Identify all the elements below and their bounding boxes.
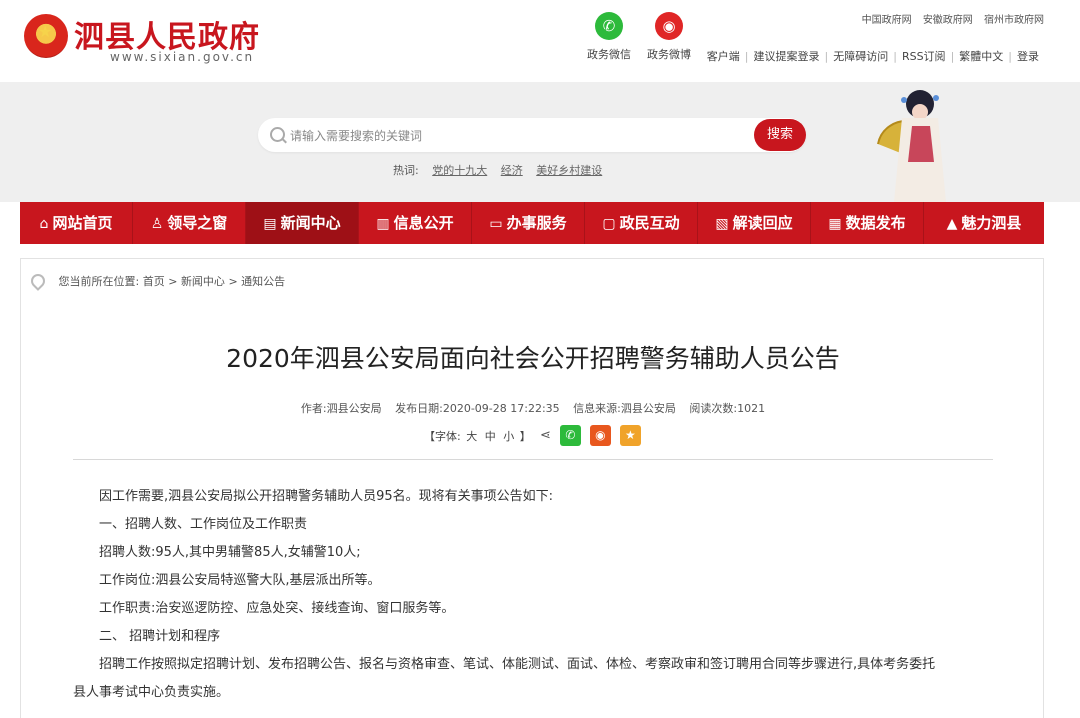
article-paragraph: 工作职责:治安巡逻防控、应急处突、接线查询、窗口服务等。 [99, 601, 455, 616]
favorite-star-button[interactable]: ★ [619, 425, 641, 446]
share-wechat-button[interactable]: ✆ [559, 425, 581, 446]
nav-home[interactable]: ⌂ 网站首页 [20, 202, 133, 244]
edit-icon: ▧ [715, 216, 729, 232]
article-paragraph: 工作岗位:泗县公安局特巡警大队,基层派出所等。 [99, 573, 381, 588]
nav-news-center[interactable]: ▤ 新闻中心 [246, 202, 359, 244]
article-date: 发布日期:2020-09-28 17:22:35 [395, 402, 560, 415]
opera-figure-image [877, 90, 946, 202]
weibo-icon: ◉ [655, 12, 683, 40]
gov-weibo-link[interactable]: ◉ 政务微博 [646, 12, 692, 62]
article-meta: 作者:泗县公安局 发布日期:2020-09-28 17:22:35 信息来源:泗… [21, 400, 1045, 416]
top-header: 泗县人民政府 www.sixian.gov.cn ✆ 政务微信 ◉ 政务微博 中… [0, 0, 1080, 82]
utility-links: 客户端 | 建议提案登录 | 无障碍访问 | RSS订阅 | 繁體中文 | 登录 [702, 48, 1044, 64]
client-link[interactable]: 客户端 [702, 50, 745, 63]
search-banner: 搜索 热词: 党的十九大 经济 美好乡村建设 [0, 82, 1080, 202]
article-author: 作者:泗县公安局 [300, 402, 382, 415]
wechat-icon: ✆ [595, 12, 623, 40]
breadcrumb-home[interactable]: 首页 [143, 275, 165, 288]
gov-weibo-label: 政务微博 [647, 48, 691, 61]
main-nav: ⌂ 网站首页 ♙ 领导之窗 ▤ 新闻中心 ▥ 信息公开 ▭ 办事服务 ▢ 政民互动 ▧ 解读回… [20, 202, 1044, 244]
gov-wechat-label: 政务微信 [587, 48, 631, 61]
font-size-switcher: 【字体: 大 中 小 】 [424, 430, 531, 443]
article-paragraph: 因工作需要,泗县公安局拟公开招聘警务辅助人员95名。现将有关事项公告如下: [99, 489, 554, 504]
article-paragraph: 招聘工作按照拟定招聘计划、发布招聘公告、报名与资格审查、笔试、体能测试、面试、体… [99, 657, 936, 672]
accessibility-link[interactable]: 无障碍访问 [828, 50, 893, 63]
search-button[interactable]: 搜索 [754, 119, 806, 151]
hot-word-link[interactable]: 美好乡村建设 [536, 164, 602, 177]
newspaper-icon: ▤ [263, 216, 277, 232]
hot-words-label: 热词: [393, 164, 419, 177]
search-box [258, 118, 806, 154]
breadcrumb: 您当前所在位置: 首页 > 新闻中心 > 通知公告 [28, 271, 285, 291]
home-icon: ⌂ [39, 216, 49, 232]
gov-link[interactable]: 中国政府网 [862, 15, 912, 26]
article-title: 2020年泗县公安局面向社会公开招聘警务辅助人员公告 [226, 344, 840, 373]
nav-interpretation[interactable]: ▧ 解读回应 [698, 202, 811, 244]
share-weibo-button[interactable]: ◉ [589, 425, 611, 446]
article-paragraph: 二、 招聘计划和程序 [99, 629, 221, 644]
user-icon: ♙ [150, 216, 164, 232]
search-icon [270, 127, 285, 142]
font-size-small[interactable]: 小 [503, 430, 514, 443]
article-paragraph: 招聘人数:95人,其中男辅警85人,女辅警10人; [99, 545, 361, 560]
traditional-chinese-link[interactable]: 繁體中文 [954, 50, 1008, 63]
nav-info-disclosure[interactable]: ▥ 信息公开 [359, 202, 472, 244]
mountain-icon: ▲ [946, 216, 958, 232]
article-paragraph: 一、招聘人数、工作岗位及工作职责 [99, 517, 308, 532]
login-link[interactable]: 登录 [1012, 50, 1044, 63]
search-input[interactable] [288, 118, 752, 154]
nav-data-release[interactable]: ▦ 数据发布 [811, 202, 924, 244]
hot-word-link[interactable]: 党的十九大 [432, 164, 487, 177]
article-body: 因工作需要,泗县公安局拟公开招聘警务辅助人员95名。现将有关事项公告如下: 一、… [73, 483, 993, 707]
article-container: 您当前所在位置: 首页 > 新闻中心 > 通知公告 2020年泗县公安局面向社会… [20, 258, 1044, 718]
location-pin-icon [28, 271, 48, 291]
nav-leaders[interactable]: ♙ 领导之窗 [133, 202, 246, 244]
document-icon: ▥ [376, 216, 390, 232]
share-icon: ⋖ [540, 428, 551, 443]
breadcrumb-news-center[interactable]: 新闻中心 [181, 275, 225, 288]
share-bar: ⋖ ✆ ◉ ★ [540, 425, 641, 446]
hot-word-link[interactable]: 经济 [501, 164, 523, 177]
monitor-icon: ▭ [489, 216, 503, 232]
gov-link[interactable]: 安徽政府网 [923, 15, 973, 26]
national-emblem-icon [24, 14, 68, 58]
gov-links: 中国政府网 安徽政府网 宿州市政府网 [854, 11, 1044, 26]
nav-charm-sixian[interactable]: ▲ 魅力泗县 [924, 202, 1044, 244]
gov-link[interactable]: 宿州市政府网 [984, 15, 1044, 26]
proposal-login-link[interactable]: 建议提案登录 [749, 50, 825, 63]
chart-icon: ▦ [828, 216, 842, 232]
gov-wechat-link[interactable]: ✆ 政务微信 [586, 12, 632, 62]
nav-interaction[interactable]: ▢ 政民互动 [585, 202, 698, 244]
article-source: 信息来源:泗县公安局 [573, 402, 676, 415]
breadcrumb-notices[interactable]: 通知公告 [241, 275, 285, 288]
rss-link[interactable]: RSS订阅 [897, 50, 951, 63]
breadcrumb-prefix: 您当前所在位置: [58, 275, 140, 288]
site-url: www.sixian.gov.cn [110, 50, 255, 64]
font-size-medium[interactable]: 中 [485, 430, 496, 443]
article-paragraph: 县人事考试中心负责实施。 [73, 685, 230, 700]
article-views: 阅读次数:1021 [689, 402, 766, 415]
hot-words: 热词: 党的十九大 经济 美好乡村建设 [393, 162, 602, 178]
chat-icon: ▢ [602, 216, 616, 232]
nav-services[interactable]: ▭ 办事服务 [472, 202, 585, 244]
divider [73, 459, 993, 460]
font-size-large[interactable]: 大 [466, 430, 477, 443]
